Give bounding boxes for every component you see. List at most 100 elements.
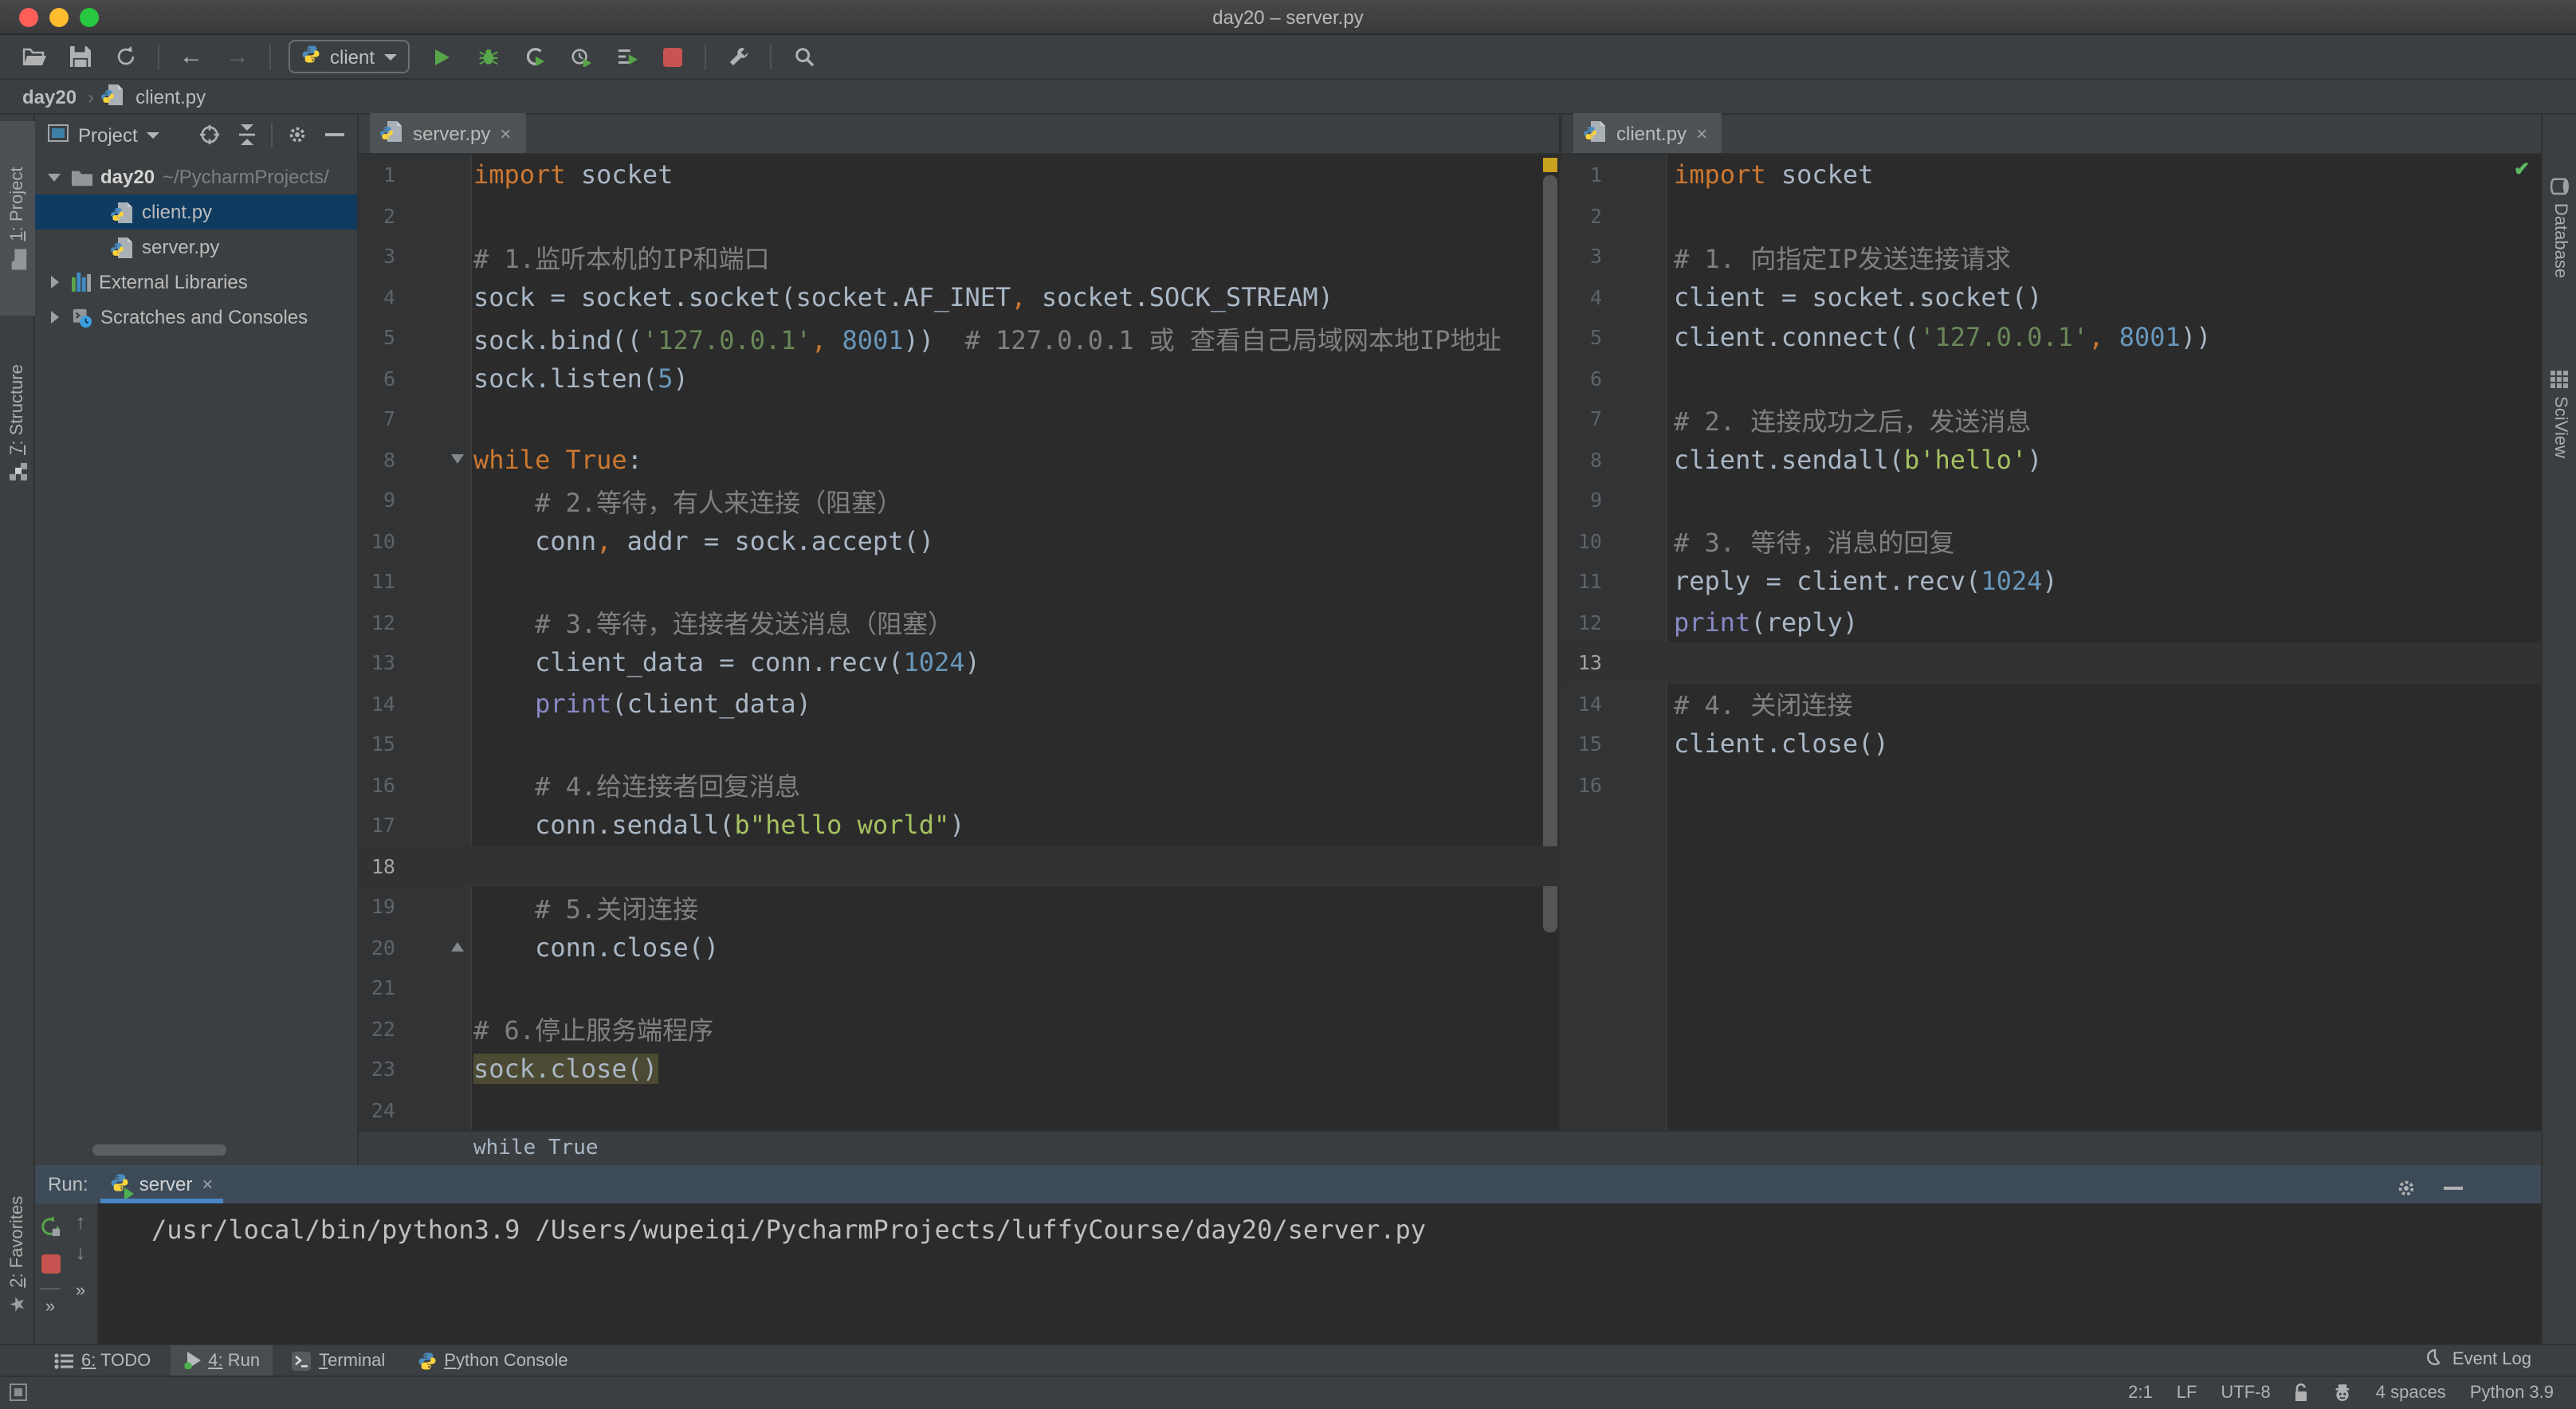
chevron-expanded-icon[interactable] [45, 173, 64, 181]
sync-icon[interactable] [112, 42, 140, 71]
tree-item-scratches-and-consoles[interactable]: Scratches and Consoles [35, 300, 357, 335]
editor-client-py[interactable]: 1import socket 2 3# 1. 向指定IP发送连接请求4client … [1562, 155, 2541, 1130]
code-line-17[interactable]: 17 conn.sendall(b"hello world") [359, 805, 1559, 846]
code-line-16[interactable]: 16 # 4.给连接者回复消息 [359, 764, 1559, 805]
line-number[interactable]: 10 [359, 529, 395, 553]
down-stack-icon[interactable]: ↓ [76, 1242, 86, 1262]
file-encoding[interactable]: UTF-8 [2221, 1383, 2270, 1403]
run-settings-gear-icon[interactable] [2391, 1173, 2420, 1202]
line-number[interactable]: 12 [1562, 610, 1602, 634]
tree-item-day20[interactable]: day20~/PycharmProjects/ [35, 159, 357, 194]
breadcrumb-folder[interactable]: day20 [22, 85, 77, 108]
code-line-4[interactable]: 4client = socket.socket() [1562, 277, 2541, 317]
project-panel-title[interactable]: Project [78, 124, 138, 146]
editor-server-py[interactable]: 1import socket23# 1.监听本机的IP和端口4sock = so… [359, 155, 1559, 1130]
stripe-button-2-favorites[interactable]: ★2: Favorites [0, 1167, 35, 1342]
line-number[interactable]: 13 [1562, 651, 1602, 675]
line-number[interactable]: 3 [359, 245, 395, 269]
code-line-12[interactable]: 12print(reply) [1562, 602, 2541, 642]
line-number[interactable]: 13 [359, 651, 395, 675]
event-log-button[interactable]: Event Log [2427, 1344, 2531, 1376]
run-configuration-select[interactable]: client [289, 40, 410, 73]
line-number[interactable]: 2 [359, 204, 395, 228]
breadcrumb-file[interactable]: client.py [135, 85, 206, 108]
code-line-11[interactable]: 11 [359, 561, 1559, 602]
line-number[interactable]: 9 [359, 489, 395, 512]
indent-setting[interactable]: 4 spaces [2376, 1383, 2446, 1403]
line-number[interactable]: 9 [1562, 489, 1602, 512]
line-number[interactable]: 7 [1562, 407, 1602, 431]
code-line-18[interactable]: 18 [359, 846, 1559, 886]
line-number[interactable]: 2 [1562, 204, 1602, 228]
tab-client-py[interactable]: client.py × [1573, 113, 1722, 153]
line-number[interactable]: 8 [1562, 448, 1602, 472]
line-number[interactable]: 14 [359, 692, 395, 716]
tree-item-client-py[interactable]: client.py [35, 194, 357, 230]
collapse-all-icon[interactable] [234, 120, 262, 149]
line-number[interactable]: 16 [359, 773, 395, 797]
code-line-10[interactable]: 10# 3. 等待，消息的回复 [1562, 520, 2541, 561]
code-line-5[interactable]: 5client.connect(('127.0.0.1', 8001)) [1562, 317, 2541, 358]
tool-window-button-python-console[interactable]: Python Console [404, 1344, 580, 1376]
tool-window-button-6-todo[interactable]: 6: TODO [41, 1344, 163, 1376]
inspections-profile-icon[interactable] [2334, 1383, 2352, 1403]
hide-run-panel-icon[interactable] [2439, 1173, 2468, 1202]
close-icon[interactable]: × [500, 124, 511, 143]
code-line-14[interactable]: 14# 4. 关闭连接 [1562, 683, 2541, 724]
close-icon[interactable]: × [1696, 124, 1707, 143]
line-number[interactable]: 1 [1562, 163, 1602, 187]
rerun-icon[interactable] [36, 1211, 65, 1240]
tab-server-py[interactable]: server.py × [370, 113, 525, 153]
code-line-1[interactable]: 1import socket [1562, 155, 2541, 195]
run-button[interactable] [427, 42, 456, 71]
run-tab-server[interactable]: server × [98, 1165, 226, 1203]
code-line-12[interactable]: 12 # 3.等待，连接者发送消息（阻塞） [359, 602, 1559, 642]
line-number[interactable]: 7 [359, 407, 395, 431]
line-number[interactable]: 5 [1562, 326, 1602, 350]
code-line-13[interactable]: 13 client_data = conn.recv(1024) [359, 642, 1559, 683]
run-with-coverage-button[interactable] [520, 42, 548, 71]
line-number[interactable]: 14 [1562, 692, 1602, 716]
tool-window-button-terminal[interactable]: Terminal [279, 1344, 398, 1376]
horizontal-scrollbar[interactable] [92, 1144, 226, 1156]
code-line-2[interactable]: 2 [1562, 195, 2541, 236]
line-number[interactable]: 18 [359, 854, 395, 878]
code-line-22[interactable]: 22# 6.停止服务端程序 [359, 1008, 1559, 1049]
more-actions-icon[interactable]: » [76, 1283, 85, 1301]
line-number[interactable]: 21 [359, 976, 395, 1000]
stripe-button-database[interactable]: Database [2543, 143, 2576, 311]
back-icon[interactable]: ← [177, 42, 206, 71]
tree-item-server-py[interactable]: server.py [35, 230, 357, 265]
line-number[interactable]: 24 [359, 1098, 395, 1122]
line-number[interactable]: 15 [359, 732, 395, 756]
code-line-15[interactable]: 15 [359, 724, 1559, 764]
python-interpreter[interactable]: Python 3.9 [2470, 1383, 2554, 1403]
stop-button[interactable] [658, 42, 687, 71]
code-line-6[interactable]: 6sock.listen(5) [359, 358, 1559, 398]
code-line-9[interactable]: 9 [1562, 480, 2541, 520]
line-number[interactable]: 20 [359, 936, 395, 960]
run-console[interactable]: » ↑ ↓ » /usr/local/bin/python3.9 /Users/… [35, 1203, 2541, 1344]
debug-button[interactable] [473, 42, 502, 71]
code-line-23[interactable]: 23sock.close() [359, 1049, 1559, 1089]
concurrency-diagram-button[interactable] [612, 42, 641, 71]
settings-wrench-icon[interactable] [724, 42, 752, 71]
tool-window-button-4-run[interactable]: 4: Run [170, 1344, 273, 1376]
line-number[interactable]: 23 [359, 1058, 395, 1081]
line-number[interactable]: 11 [1562, 570, 1602, 594]
code-line-10[interactable]: 10 conn, addr = sock.accept() [359, 520, 1559, 561]
locate-file-icon[interactable] [195, 120, 224, 149]
code-line-8[interactable]: 8client.sendall(b'hello') [1562, 439, 2541, 480]
code-line-14[interactable]: 14 print(client_data) [359, 683, 1559, 724]
more-actions-icon[interactable]: » [45, 1299, 55, 1317]
line-number[interactable]: 11 [359, 570, 395, 594]
line-number[interactable]: 4 [1562, 285, 1602, 309]
code-line-3[interactable]: 3# 1. 向指定IP发送连接请求 [1562, 236, 2541, 277]
line-number[interactable]: 15 [1562, 732, 1602, 756]
code-line-16[interactable]: 16 [1562, 764, 2541, 805]
line-number[interactable]: 8 [359, 448, 395, 472]
fold-marker-icon[interactable] [451, 941, 464, 951]
caret-position[interactable]: 2:1 [2128, 1383, 2153, 1403]
stripe-button-1-project[interactable]: 1: Project [0, 121, 35, 316]
line-number[interactable]: 1 [359, 163, 395, 187]
